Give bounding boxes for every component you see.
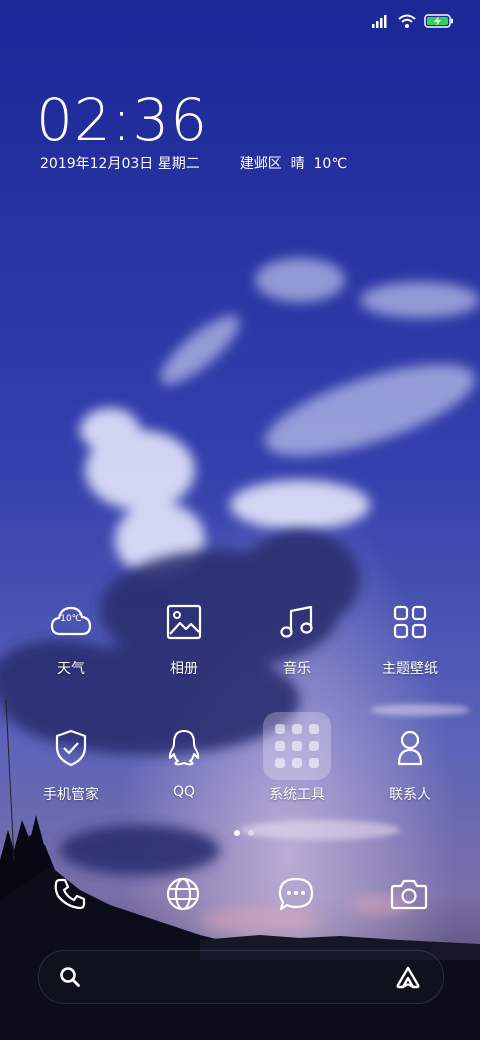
- themes-grid-icon: [380, 592, 440, 652]
- battery-charging-icon: [424, 14, 453, 28]
- app-label: 相册: [170, 661, 198, 677]
- page-dot-active[interactable]: [234, 830, 240, 836]
- app-label: 天气: [57, 661, 85, 677]
- wifi-icon: [398, 14, 416, 28]
- dock-messages[interactable]: [266, 864, 326, 924]
- app-label: 主题壁纸: [382, 661, 438, 677]
- dock-phone[interactable]: [40, 864, 100, 924]
- messages-icon: [278, 877, 314, 911]
- app-label: QQ: [172, 784, 196, 800]
- browser-globe-icon: [166, 877, 200, 911]
- app-label: 手机管家: [43, 787, 99, 803]
- date-label: 2019年12月03日 星期二: [40, 156, 200, 172]
- location-weather-label: 建邺区 晴 10℃: [239, 156, 348, 172]
- weather-cloud-icon: 10℃: [41, 592, 101, 652]
- app-label: 系统工具: [269, 787, 325, 803]
- weather-temp-text: 10℃: [60, 614, 82, 624]
- app-contacts[interactable]: 联系人: [355, 718, 465, 828]
- security-shield-icon: [41, 718, 101, 778]
- app-qq[interactable]: QQ: [129, 718, 239, 828]
- gallery-icon: [154, 592, 214, 652]
- app-label: 联系人: [389, 787, 431, 803]
- app-gallery[interactable]: 相册: [129, 592, 239, 702]
- camera-icon: [390, 879, 428, 910]
- phone-icon: [54, 878, 86, 910]
- assistant-icon[interactable]: [395, 965, 421, 989]
- app-weather[interactable]: 10℃ 天气: [16, 592, 126, 702]
- contacts-icon: [380, 718, 440, 778]
- status-bar: [372, 10, 454, 32]
- app-folder-system-tools[interactable]: 系统工具: [242, 712, 352, 822]
- app-themes[interactable]: 主题壁纸: [355, 592, 465, 702]
- folder-icon: [263, 712, 331, 780]
- clock-time[interactable]: 02:36: [36, 88, 208, 152]
- dock-browser[interactable]: [153, 864, 213, 924]
- page-dot[interactable]: [248, 830, 254, 836]
- app-label: 音乐: [283, 661, 311, 677]
- search-icon[interactable]: [59, 966, 81, 988]
- qq-penguin-icon: [154, 718, 214, 778]
- app-security[interactable]: 手机管家: [16, 718, 126, 828]
- music-note-icon: [267, 592, 327, 652]
- page-indicator[interactable]: [234, 830, 254, 836]
- dock-camera[interactable]: [379, 864, 439, 924]
- date-weather-row: 2019年12月03日 星期二 建邺区 晴 10℃: [40, 154, 347, 174]
- app-music[interactable]: 音乐: [242, 592, 352, 702]
- search-bar[interactable]: [38, 950, 444, 1004]
- signal-icon: [372, 15, 387, 28]
